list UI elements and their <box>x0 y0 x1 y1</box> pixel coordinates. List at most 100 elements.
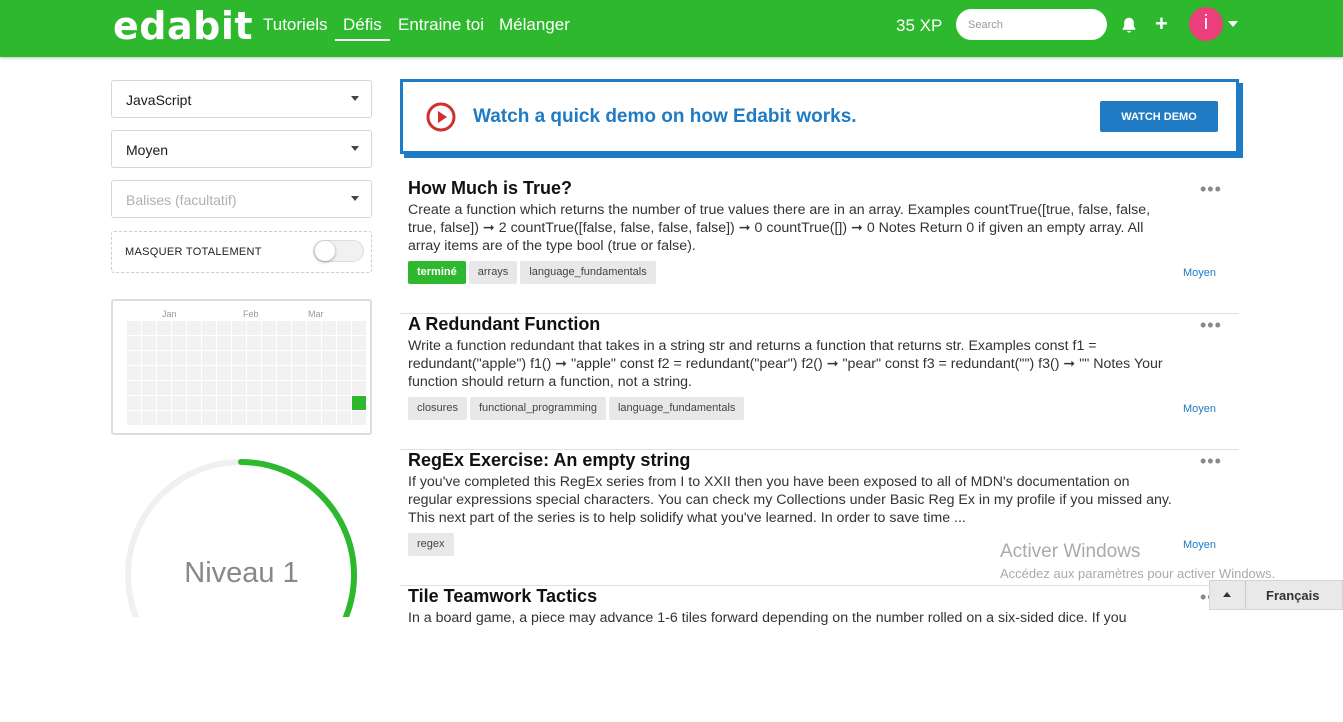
xp-counter: 35 XP <box>896 16 943 35</box>
activity-cell <box>352 336 366 350</box>
activity-cell <box>247 336 261 350</box>
activity-cell <box>277 351 291 365</box>
challenge-card: Tile Teamwork Tactics In a board game, a… <box>400 586 1239 722</box>
activity-cell <box>307 351 321 365</box>
activity-cell <box>202 321 216 335</box>
activity-cell <box>157 321 171 335</box>
activity-cell <box>127 366 141 380</box>
tags-select-placeholder: Balises (facultatif) <box>126 192 237 208</box>
activity-cell <box>262 351 276 365</box>
chevron-up-icon <box>1223 592 1231 597</box>
activity-cell <box>292 351 306 365</box>
more-options-icon[interactable]: ••• <box>1200 315 1222 336</box>
top-navbar: edabit Tutoriels Défis Entraine toi Méla… <box>0 0 1343 57</box>
tag[interactable]: arrays <box>468 261 518 284</box>
activity-cell <box>292 381 306 395</box>
nav-defis[interactable]: Défis <box>335 15 390 41</box>
watch-demo-button[interactable]: WATCH DEMO <box>1100 101 1218 132</box>
nav-entraine-toi[interactable]: Entraine toi <box>398 15 484 35</box>
more-options-icon[interactable]: ••• <box>1200 451 1222 472</box>
activity-cell <box>307 411 321 425</box>
language-switcher[interactable]: Français <box>1209 580 1343 610</box>
tag[interactable]: regex <box>408 533 454 556</box>
month-label: Jan <box>162 309 177 319</box>
activity-cell <box>352 351 366 365</box>
hide-completed-toggle[interactable] <box>313 240 364 262</box>
activity-cell <box>142 351 156 365</box>
tag[interactable]: language_fundamentals <box>608 397 745 420</box>
tags-select[interactable]: Balises (facultatif) <box>111 180 372 218</box>
tag[interactable]: language_fundamentals <box>520 261 656 284</box>
activity-cell <box>127 321 141 335</box>
activity-cell <box>217 366 231 380</box>
demo-banner: Watch a quick demo on how Edabit works. … <box>400 79 1239 154</box>
level-label: Niveau 1 <box>184 557 299 589</box>
activity-cell <box>127 411 141 425</box>
activity-cell <box>352 381 366 395</box>
search-input[interactable] <box>956 9 1107 40</box>
avatar[interactable]: i <box>1189 7 1223 41</box>
activity-cell <box>262 411 276 425</box>
nav-tutoriels[interactable]: Tutoriels <box>263 15 328 35</box>
activity-cell <box>337 381 351 395</box>
activity-heatmap: Jan Feb Mar <box>111 299 372 435</box>
hide-completed-row: MASQUER TOTALEMENT <box>111 231 372 273</box>
activity-cell <box>142 411 156 425</box>
add-button[interactable]: + <box>1155 13 1168 35</box>
challenge-title[interactable]: Tile Teamwork Tactics <box>408 586 597 607</box>
difficulty-select[interactable]: Moyen <box>111 130 372 168</box>
activity-cell <box>232 411 246 425</box>
activity-cell <box>172 336 186 350</box>
nav-melanger[interactable]: Mélanger <box>499 15 570 35</box>
bell-icon[interactable] <box>1120 16 1138 34</box>
level-ring-progress <box>125 459 357 617</box>
activity-cell <box>217 336 231 350</box>
edabit-logo[interactable]: edabit <box>113 4 253 48</box>
activity-cell <box>247 381 261 395</box>
activity-cell <box>217 411 231 425</box>
activity-cell <box>307 321 321 335</box>
level-ring <box>125 459 357 617</box>
activity-cell <box>157 366 171 380</box>
account-chevron-down-icon[interactable] <box>1228 21 1238 27</box>
activity-cell <box>217 396 231 410</box>
toggle-knob <box>315 241 335 261</box>
challenge-description: In a board game, a piece may advance 1-6… <box>408 610 1127 626</box>
activity-cell <box>277 366 291 380</box>
challenge-title[interactable]: A Redundant Function <box>408 314 600 335</box>
challenge-description: If you've completed this RegEx series fr… <box>408 474 1172 526</box>
activity-cell <box>352 321 366 335</box>
activity-cell <box>277 321 291 335</box>
activity-cell <box>202 396 216 410</box>
tag-completed[interactable]: terminé <box>408 261 466 284</box>
level-gauge: Niveau 1 <box>111 455 372 617</box>
activity-cell <box>247 366 261 380</box>
activity-cell <box>187 381 201 395</box>
activity-cell <box>142 396 156 410</box>
activity-cell <box>262 381 276 395</box>
activity-cell <box>307 381 321 395</box>
challenge-title[interactable]: RegEx Exercise: An empty string <box>408 450 690 471</box>
play-icon[interactable] <box>426 102 456 132</box>
more-options-icon[interactable]: ••• <box>1200 179 1222 200</box>
activity-cell <box>232 321 246 335</box>
activity-cell <box>262 321 276 335</box>
activity-cell <box>217 381 231 395</box>
tag[interactable]: closures <box>408 397 467 420</box>
demo-text: Watch a quick demo on how Edabit works. <box>473 106 857 127</box>
difficulty-select-value: Moyen <box>126 142 169 158</box>
language-select[interactable]: JavaScript <box>111 80 372 118</box>
challenge-title[interactable]: How Much is True? <box>408 178 572 199</box>
activity-cell <box>277 411 291 425</box>
chevron-down-icon <box>351 196 359 201</box>
activity-cell <box>322 366 336 380</box>
activity-cell <box>247 396 261 410</box>
tag-list: regex <box>408 533 454 556</box>
tag[interactable]: functional_programming <box>469 397 606 420</box>
tag-list: closures functional_programming language… <box>408 397 745 420</box>
activity-cell <box>277 381 291 395</box>
activity-cell <box>172 366 186 380</box>
difficulty-label: Moyen <box>1183 403 1217 415</box>
activity-cell <box>127 336 141 350</box>
activity-cell <box>292 396 306 410</box>
